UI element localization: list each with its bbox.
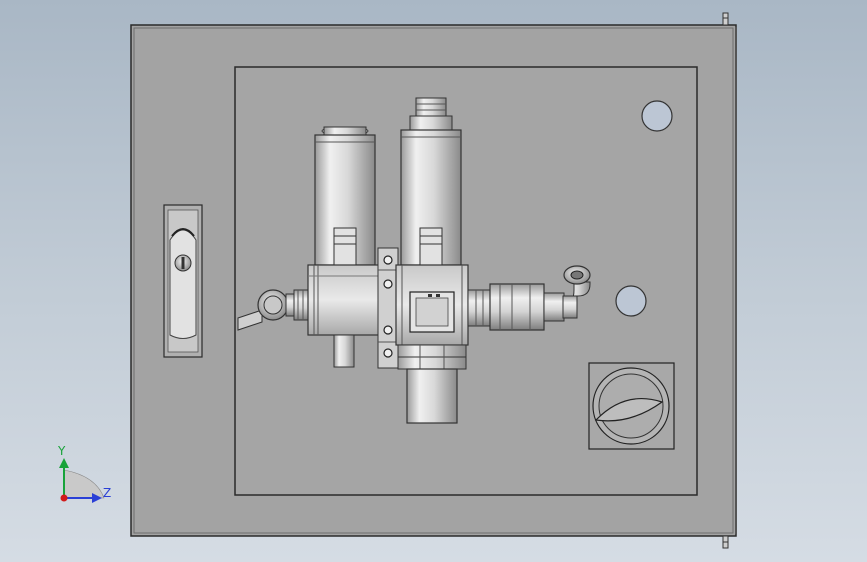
- coordinate-triad: Y Z: [57, 444, 111, 503]
- y-axis-arrow-icon: [59, 458, 69, 468]
- filter-bowl-right: [400, 97, 462, 267]
- filter-bowl-left: [314, 126, 376, 267]
- z-axis-label: Z: [103, 486, 111, 500]
- hinge-pin-bottom: [722, 535, 729, 549]
- mounting-hole-top: [641, 100, 673, 132]
- module-connector-bracket: [377, 247, 399, 369]
- regulator-adjustment-knob[interactable]: [397, 344, 467, 424]
- x-axis-origin-icon: [60, 494, 68, 502]
- rotary-selector-switch[interactable]: [588, 362, 675, 450]
- mounting-hole-middle: [615, 285, 647, 317]
- door-latch-handle[interactable]: [163, 204, 203, 358]
- hinge-pin-top: [722, 12, 729, 26]
- regulator-body-right: [395, 264, 469, 346]
- y-axis-label: Y: [57, 444, 66, 458]
- cad-viewport[interactable]: Y Z: [0, 0, 867, 562]
